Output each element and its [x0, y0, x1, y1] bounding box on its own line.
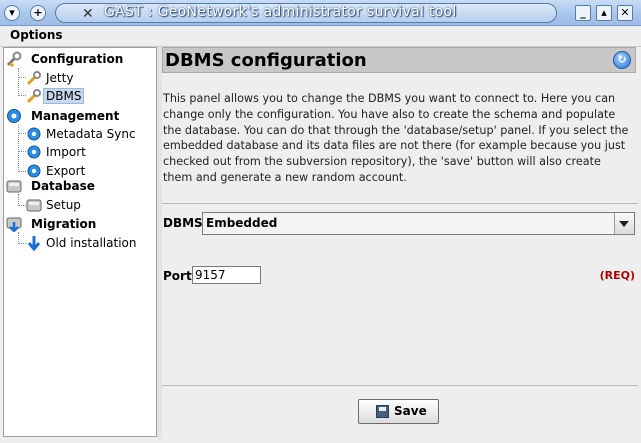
panel-header: DBMS configuration ↻ [162, 47, 636, 73]
wrench-icon [26, 71, 41, 86]
close-button[interactable]: ✕ [617, 5, 633, 21]
database-icon [6, 180, 22, 193]
tree-item-label: Export [46, 164, 86, 178]
tree-item-label: Setup [46, 198, 81, 212]
tree-category-label: Configuration [31, 52, 124, 66]
gear-icon [27, 145, 41, 159]
gear-icon [7, 109, 21, 123]
database-icon [26, 199, 42, 212]
title-bar: ▾ + ✕ GAST : GeoNetwork's administrator … [0, 0, 641, 26]
maximize-button[interactable]: ▴ [596, 5, 612, 21]
divider [162, 385, 638, 386]
tree-category-label: Migration [31, 217, 97, 231]
port-input[interactable] [192, 266, 261, 284]
wrench-icon [6, 51, 22, 67]
tree-category-label: Management [31, 109, 120, 123]
dbms-configuration-panel: DBMS configuration ↻ This panel allows y… [162, 47, 638, 439]
tree-item-label: Old installation [46, 236, 137, 250]
required-marker: (REQ) [599, 269, 635, 282]
tree-category-label: Database [31, 179, 95, 193]
window-menu-button[interactable]: ▾ [4, 5, 20, 21]
gear-icon [27, 127, 41, 141]
tree-item-label: Jetty [46, 71, 74, 85]
save-button[interactable]: Save [358, 399, 439, 424]
dbms-selected-value: Embedded [206, 216, 278, 230]
wrench-icon [26, 89, 41, 104]
pin-button[interactable]: + [30, 5, 46, 21]
tree-item-label: Metadata Sync [46, 127, 136, 141]
panel-description: This panel allows you to change the DBMS… [163, 92, 629, 184]
port-label: Port [163, 269, 192, 283]
dbms-label: DBMS [163, 216, 203, 230]
migration-icon [6, 217, 22, 232]
down-arrow-icon [27, 236, 41, 251]
app-x-icon: ✕ [82, 6, 94, 22]
tree-item-label: DBMS [43, 88, 85, 104]
dbms-select[interactable]: Embedded [202, 212, 635, 235]
floppy-disk-icon [376, 405, 389, 418]
tree-item-label: Import [46, 145, 86, 159]
divider [162, 203, 638, 204]
page-title: DBMS configuration [165, 50, 367, 71]
save-label: Save [394, 404, 427, 418]
chevron-down-icon[interactable] [614, 213, 634, 234]
menu-options[interactable]: Options [10, 28, 63, 42]
window-title: GAST : GeoNetwork's administrator surviv… [104, 4, 457, 20]
navigation-tree: Configuration Jetty DBMS Management Meta… [3, 47, 157, 437]
help-icon[interactable]: ↻ [613, 51, 631, 69]
minimize-button[interactable]: _ [575, 5, 591, 21]
gear-icon [27, 164, 41, 178]
menu-bar: Options [0, 26, 641, 47]
